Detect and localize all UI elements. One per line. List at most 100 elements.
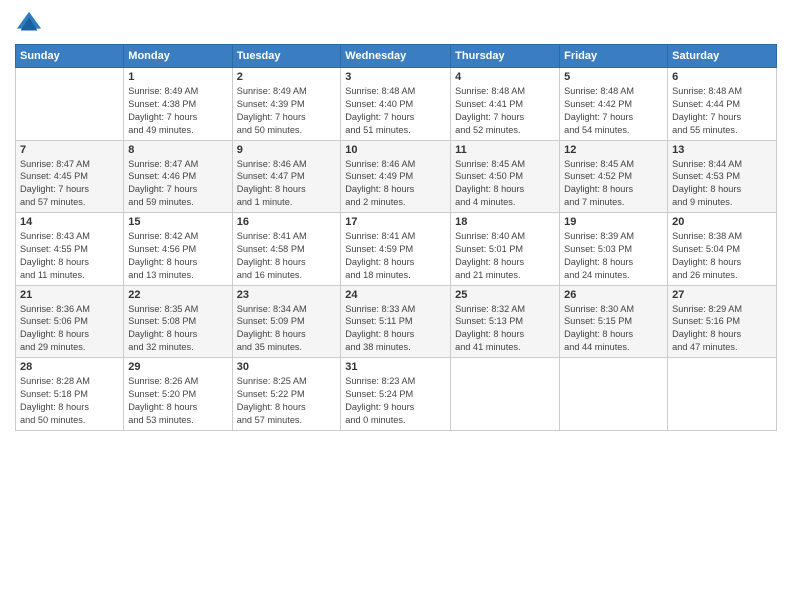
calendar-week-4: 28 Sunrise: 8:28 AM Sunset: 5:18 PM Dayli…	[16, 358, 777, 431]
day-number: 14	[20, 216, 119, 228]
day-number: 30	[237, 361, 337, 373]
day-info: Sunrise: 8:34 AM Sunset: 5:09 PM Dayligh…	[237, 303, 337, 355]
day-number: 15	[128, 216, 227, 228]
day-info: Sunrise: 8:29 AM Sunset: 5:16 PM Dayligh…	[672, 303, 772, 355]
calendar-cell: 29Sunrise: 8:26 AM Sunset: 5:20 PM Dayli…	[124, 358, 232, 431]
calendar-cell: 16Sunrise: 8:41 AM Sunset: 4:58 PM Dayli…	[232, 213, 341, 286]
day-number: 31	[345, 361, 446, 373]
calendar-week-2: 14Sunrise: 8:43 AM Sunset: 4:55 PM Dayli…	[16, 213, 777, 286]
calendar-cell: 4 Sunrise: 8:48 AM Sunset: 4:41 PM Daylig…	[451, 68, 560, 141]
day-number: 9	[237, 144, 337, 156]
calendar-cell: 15 Sunrise: 8:42 AM Sunset: 4:56 PM Dayli…	[124, 213, 232, 286]
day-info: Sunrise: 8:44 AM Sunset: 4:53 PM Dayligh…	[672, 158, 772, 210]
calendar-cell: 26 Sunrise: 8:30 AM Sunset: 5:15 PM Dayli…	[560, 285, 668, 358]
day-number: 27	[672, 289, 772, 301]
day-number: 19	[564, 216, 663, 228]
calendar-cell: 9 Sunrise: 8:46 AM Sunset: 4:47 PM Daylig…	[232, 140, 341, 213]
day-info: Sunrise: 8:25 AM Sunset: 5:22 PM Dayligh…	[237, 375, 337, 427]
day-info: Sunrise: 8:41 AM Sunset: 4:59 PM Dayligh…	[345, 230, 446, 282]
day-info: Sunrise: 8:23 AM Sunset: 5:24 PM Dayligh…	[345, 375, 446, 427]
day-number: 10	[345, 144, 446, 156]
weekday-header-sunday: Sunday	[16, 45, 124, 68]
weekday-header-wednesday: Wednesday	[341, 45, 451, 68]
calendar-cell: 17 Sunrise: 8:41 AM Sunset: 4:59 PM Dayli…	[341, 213, 451, 286]
day-info: Sunrise: 8:48 AM Sunset: 4:40 PM Dayligh…	[345, 85, 446, 137]
day-number: 20	[672, 216, 772, 228]
day-number: 3	[345, 71, 446, 83]
calendar-cell: 28 Sunrise: 8:28 AM Sunset: 5:18 PM Dayli…	[16, 358, 124, 431]
day-info: Sunrise: 8:30 AM Sunset: 5:15 PM Dayligh…	[564, 303, 663, 355]
calendar-cell: 25Sunrise: 8:32 AM Sunset: 5:13 PM Dayli…	[451, 285, 560, 358]
day-number: 24	[345, 289, 446, 301]
day-info: Sunrise: 8:33 AM Sunset: 5:11 PM Dayligh…	[345, 303, 446, 355]
day-info: Sunrise: 8:36 AM Sunset: 5:06 PM Dayligh…	[20, 303, 119, 355]
day-info: Sunrise: 8:45 AM Sunset: 4:50 PM Dayligh…	[455, 158, 555, 210]
day-number: 22	[128, 289, 227, 301]
calendar-cell: 24 Sunrise: 8:33 AM Sunset: 5:11 PM Dayli…	[341, 285, 451, 358]
calendar-week-3: 21Sunrise: 8:36 AM Sunset: 5:06 PM Dayli…	[16, 285, 777, 358]
weekday-header-tuesday: Tuesday	[232, 45, 341, 68]
calendar-cell: 20 Sunrise: 8:38 AM Sunset: 5:04 PM Dayli…	[668, 213, 777, 286]
calendar-cell: 14Sunrise: 8:43 AM Sunset: 4:55 PM Dayli…	[16, 213, 124, 286]
day-number: 8	[128, 144, 227, 156]
day-info: Sunrise: 8:48 AM Sunset: 4:44 PM Dayligh…	[672, 85, 772, 137]
calendar-cell: 27 Sunrise: 8:29 AM Sunset: 5:16 PM Dayli…	[668, 285, 777, 358]
calendar-cell	[16, 68, 124, 141]
weekday-header-thursday: Thursday	[451, 45, 560, 68]
weekday-row: SundayMondayTuesdayWednesdayThursdayFrid…	[16, 45, 777, 68]
calendar-cell: 31 Sunrise: 8:23 AM Sunset: 5:24 PM Dayli…	[341, 358, 451, 431]
day-number: 17	[345, 216, 446, 228]
day-number: 26	[564, 289, 663, 301]
calendar-cell: 1Sunrise: 8:49 AM Sunset: 4:38 PM Daylig…	[124, 68, 232, 141]
day-info: Sunrise: 8:35 AM Sunset: 5:08 PM Dayligh…	[128, 303, 227, 355]
day-number: 2	[237, 71, 337, 83]
calendar-cell	[668, 358, 777, 431]
calendar-cell: 3 Sunrise: 8:48 AM Sunset: 4:40 PM Daylig…	[341, 68, 451, 141]
day-number: 11	[455, 144, 555, 156]
day-number: 4	[455, 71, 555, 83]
calendar-cell: 12 Sunrise: 8:45 AM Sunset: 4:52 PM Dayli…	[560, 140, 668, 213]
calendar-cell: 11 Sunrise: 8:45 AM Sunset: 4:50 PM Dayli…	[451, 140, 560, 213]
calendar-cell	[560, 358, 668, 431]
day-number: 5	[564, 71, 663, 83]
calendar-header: SundayMondayTuesdayWednesdayThursdayFrid…	[16, 45, 777, 68]
calendar-cell: 13 Sunrise: 8:44 AM Sunset: 4:53 PM Dayli…	[668, 140, 777, 213]
logo	[15, 10, 47, 38]
calendar-week-1: 7Sunrise: 8:47 AM Sunset: 4:45 PM Daylig…	[16, 140, 777, 213]
calendar-cell: 8 Sunrise: 8:47 AM Sunset: 4:46 PM Daylig…	[124, 140, 232, 213]
day-number: 16	[237, 216, 337, 228]
day-info: Sunrise: 8:49 AM Sunset: 4:39 PM Dayligh…	[237, 85, 337, 137]
day-info: Sunrise: 8:47 AM Sunset: 4:46 PM Dayligh…	[128, 158, 227, 210]
day-info: Sunrise: 8:46 AM Sunset: 4:47 PM Dayligh…	[237, 158, 337, 210]
header	[15, 10, 777, 38]
day-number: 28	[20, 361, 119, 373]
day-number: 25	[455, 289, 555, 301]
calendar-body: 1Sunrise: 8:49 AM Sunset: 4:38 PM Daylig…	[16, 68, 777, 431]
calendar-cell: 5 Sunrise: 8:48 AM Sunset: 4:42 PM Daylig…	[560, 68, 668, 141]
day-info: Sunrise: 8:42 AM Sunset: 4:56 PM Dayligh…	[128, 230, 227, 282]
day-info: Sunrise: 8:28 AM Sunset: 5:18 PM Dayligh…	[20, 375, 119, 427]
day-number: 18	[455, 216, 555, 228]
day-info: Sunrise: 8:40 AM Sunset: 5:01 PM Dayligh…	[455, 230, 555, 282]
day-info: Sunrise: 8:49 AM Sunset: 4:38 PM Dayligh…	[128, 85, 227, 137]
day-number: 13	[672, 144, 772, 156]
day-number: 7	[20, 144, 119, 156]
page: SundayMondayTuesdayWednesdayThursdayFrid…	[0, 0, 792, 612]
calendar-cell	[451, 358, 560, 431]
calendar-cell: 19Sunrise: 8:39 AM Sunset: 5:03 PM Dayli…	[560, 213, 668, 286]
calendar-cell: 22 Sunrise: 8:35 AM Sunset: 5:08 PM Dayli…	[124, 285, 232, 358]
day-number: 12	[564, 144, 663, 156]
calendar-week-0: 1Sunrise: 8:49 AM Sunset: 4:38 PM Daylig…	[16, 68, 777, 141]
calendar-cell: 2 Sunrise: 8:49 AM Sunset: 4:39 PM Daylig…	[232, 68, 341, 141]
calendar: SundayMondayTuesdayWednesdayThursdayFrid…	[15, 44, 777, 431]
calendar-cell: 23Sunrise: 8:34 AM Sunset: 5:09 PM Dayli…	[232, 285, 341, 358]
day-info: Sunrise: 8:48 AM Sunset: 4:42 PM Dayligh…	[564, 85, 663, 137]
day-info: Sunrise: 8:48 AM Sunset: 4:41 PM Dayligh…	[455, 85, 555, 137]
calendar-cell: 10 Sunrise: 8:46 AM Sunset: 4:49 PM Dayli…	[341, 140, 451, 213]
calendar-cell: 7Sunrise: 8:47 AM Sunset: 4:45 PM Daylig…	[16, 140, 124, 213]
day-info: Sunrise: 8:38 AM Sunset: 5:04 PM Dayligh…	[672, 230, 772, 282]
calendar-cell: 30 Sunrise: 8:25 AM Sunset: 5:22 PM Dayli…	[232, 358, 341, 431]
day-info: Sunrise: 8:26 AM Sunset: 5:20 PM Dayligh…	[128, 375, 227, 427]
day-info: Sunrise: 8:46 AM Sunset: 4:49 PM Dayligh…	[345, 158, 446, 210]
day-info: Sunrise: 8:45 AM Sunset: 4:52 PM Dayligh…	[564, 158, 663, 210]
